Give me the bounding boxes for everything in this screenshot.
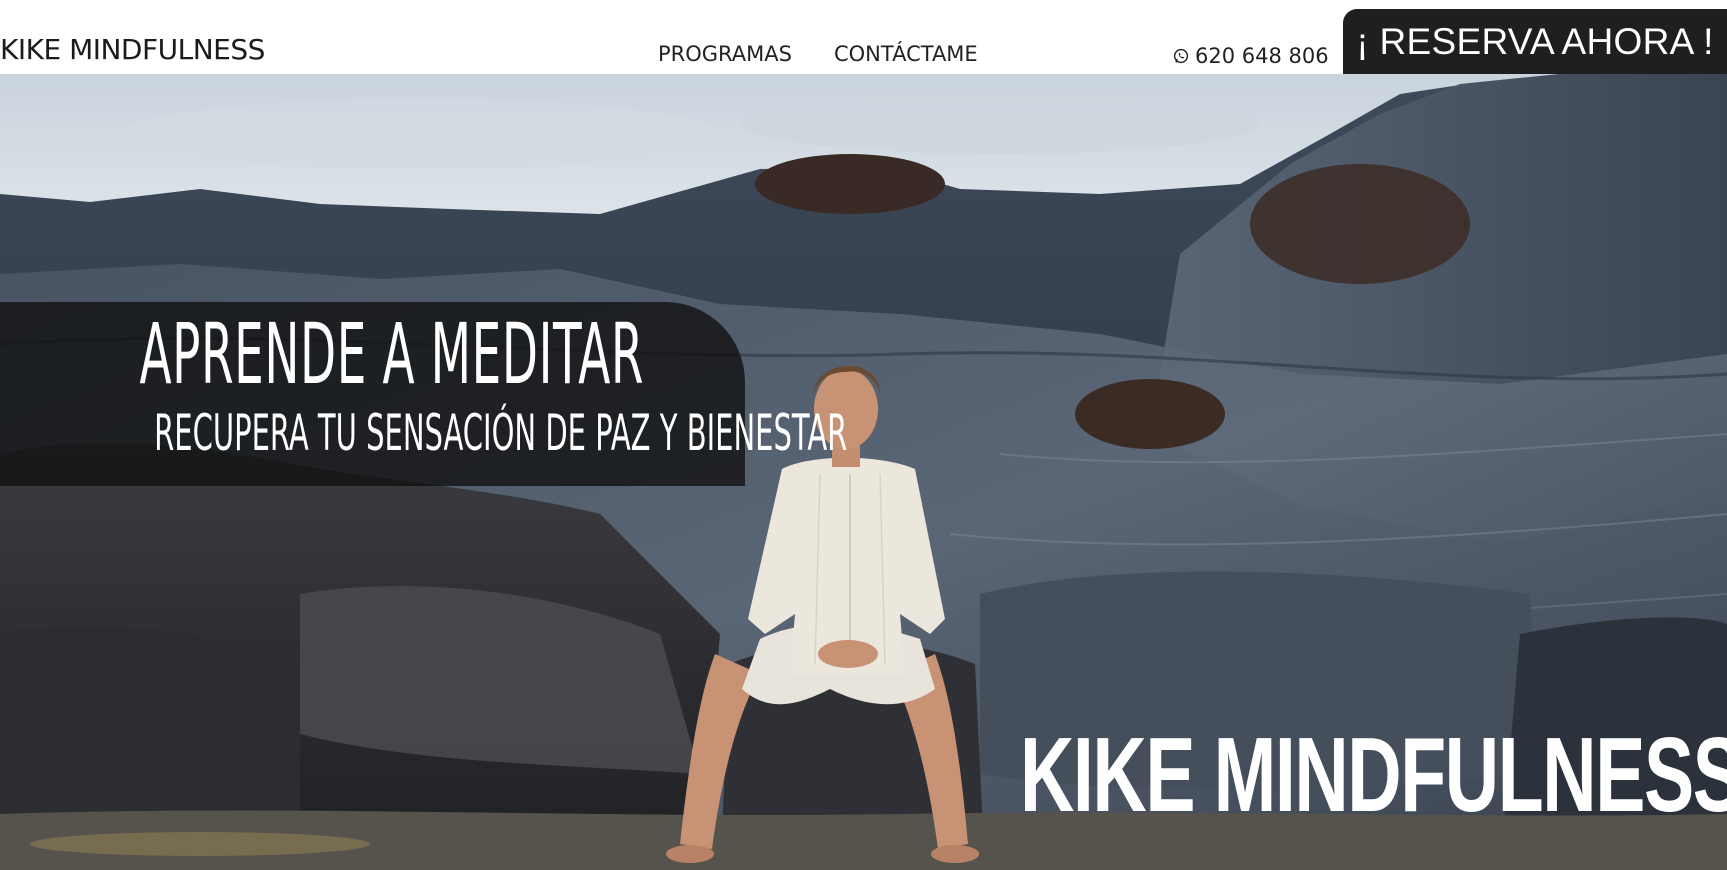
phone-link[interactable]: 620 648 806 — [1173, 44, 1329, 68]
nav-link-programas[interactable]: PROGRAMAS — [658, 44, 792, 65]
phone-number: 620 648 806 — [1195, 44, 1329, 68]
hero-section: APRENDE A MEDITAR RECUPERA TU SENSACIÓN … — [0, 74, 1727, 870]
brand-logo[interactable]: KIKE MINDFULNESS — [0, 36, 265, 64]
hero-headline: APRENDE A MEDITAR — [139, 305, 645, 403]
nav-link-contactame[interactable]: CONTÁCTAME — [834, 44, 978, 65]
site-header: KIKE MINDFULNESS PROGRAMAS CONTÁCTAME 62… — [0, 0, 1727, 75]
reserve-now-button[interactable]: ¡ RESERVA AHORA ! — [1343, 9, 1727, 75]
hero-logo-text: KIKE MINDFULNESS — [1020, 716, 1727, 834]
whatsapp-icon — [1173, 48, 1189, 64]
main-nav: PROGRAMAS CONTÁCTAME — [658, 44, 978, 65]
hero-subheadline: RECUPERA TU SENSACIÓN DE PAZ Y BIENESTAR — [154, 404, 848, 462]
